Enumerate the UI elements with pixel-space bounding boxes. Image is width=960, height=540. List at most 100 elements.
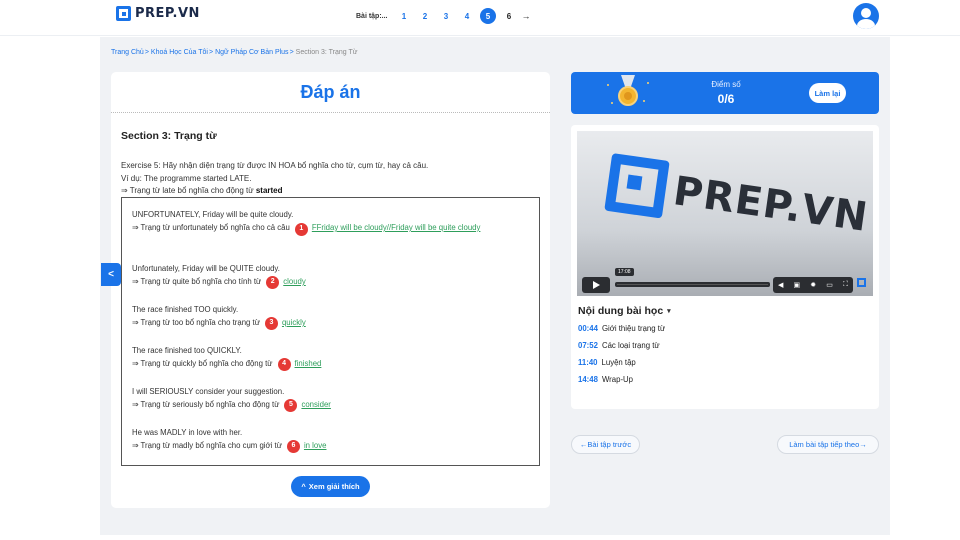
score-label: Điểm số <box>711 80 741 89</box>
toc-time: 07:52 <box>578 341 598 350</box>
toc-item[interactable]: 14:48 Wrap-Up <box>578 375 633 384</box>
previous-exercise-button[interactable]: ←Bài tập trước <box>571 435 640 454</box>
pager-next-arrow-icon[interactable]: → <box>522 11 531 21</box>
top-header: PREP.VN Bài tập:... 1 2 3 4 5 6 → <box>0 0 960 36</box>
number-badge: 1 <box>294 222 308 236</box>
show-explanation-button[interactable]: ^ Xem giải thích <box>291 476 370 497</box>
exercise-prompt: Exercise 5: Hãy nhận diện trạng từ được … <box>121 161 429 170</box>
breadcrumb-sep: > <box>289 49 294 56</box>
bottom-strip <box>0 535 960 540</box>
breadcrumb: Trang Chủ > Khoá Học Của Tôi > Ngữ Pháp Cơ… <box>111 49 357 56</box>
picture-in-picture-icon[interactable]: ▭ <box>826 281 833 289</box>
collapse-panel-button[interactable]: < <box>101 263 121 286</box>
breadcrumb-current: Section 3: Trạng Từ <box>295 49 358 56</box>
score-card: Điểm số 0/6 Làm lại <box>571 72 879 114</box>
number-badge: 2 <box>266 275 280 289</box>
item-explanation: ⇒ Trạng từ too bổ nghĩa cho trạng từ <box>132 318 260 327</box>
breadcrumb-home[interactable]: Trang Chủ <box>111 49 144 56</box>
play-icon[interactable] <box>582 277 610 293</box>
number-badge: 4 <box>277 357 291 371</box>
prep-logo-icon <box>604 153 670 219</box>
exercise-instructions: Exercise 5: Hãy nhận diện trạng từ được … <box>121 160 428 198</box>
score-value: 0/6 <box>717 92 735 106</box>
video-card: PREP.VN 17:08 ◀ ▣ ✹ ▭ ⛶ Nội dung bài học… <box>571 125 879 409</box>
item-explanation: ⇒ Trạng từ unfortunately bổ nghĩa cho cả… <box>132 223 290 232</box>
item-question: I will SERIOUSLY consider your suggestio… <box>132 387 285 396</box>
pager-page-5-active[interactable]: 5 <box>480 8 497 24</box>
toc-time: 14:48 <box>578 375 598 384</box>
pager-page-3[interactable]: 3 <box>438 8 454 24</box>
video-controls: 17:08 ◀ ▣ ✹ ▭ ⛶ <box>577 268 873 296</box>
toc-label: Giới thiệu trạng từ <box>601 324 666 333</box>
breadcrumb-sep: > <box>208 49 214 56</box>
item-explanation: ⇒ Trạng từ quickly bổ nghĩa cho động từ <box>132 359 273 368</box>
video-player[interactable]: PREP.VN 17:08 ◀ ▣ ✹ ▭ ⛶ <box>577 131 873 296</box>
breadcrumb-course[interactable]: Ngữ Pháp Cơ Bản Plus <box>215 49 288 56</box>
item-answer-line: ⇒ Trạng từ seriously bổ nghĩa cho động t… <box>132 398 331 412</box>
section-title: Section 3: Trạng từ <box>121 130 217 142</box>
answer-link[interactable]: cloudy <box>283 275 306 289</box>
pager-page-6[interactable]: 6 <box>501 8 517 24</box>
divider <box>111 112 550 113</box>
sparkle-icon <box>647 82 649 84</box>
item-question: He was MADLY in love with her. <box>132 428 243 437</box>
time-tooltip: 17:08 <box>615 268 634 276</box>
toc-title[interactable]: Nội dung bài học ▾ <box>578 305 671 317</box>
answer-item: I will SERIOUSLY consider your suggestio… <box>132 386 331 412</box>
toc-label: Luyện tập <box>601 358 636 367</box>
item-explanation: ⇒ Trạng từ seriously bổ nghĩa cho động t… <box>132 400 280 409</box>
item-question: The race finished too QUICKLY. <box>132 346 242 355</box>
toc-time: 11:40 <box>578 358 598 367</box>
captions-icon[interactable]: ▣ <box>794 281 801 289</box>
show-explanation-label: Xem giải thích <box>308 482 360 491</box>
video-brand-logo: PREP.VN <box>604 153 872 247</box>
toc-time: 00:44 <box>578 324 598 333</box>
answer-link[interactable]: finished <box>295 357 322 371</box>
prep-mini-logo-icon <box>857 278 866 287</box>
chevron-left-icon: < <box>108 269 114 280</box>
retry-button[interactable]: Làm lại <box>809 83 846 103</box>
volume-icon[interactable]: ◀ <box>778 281 783 289</box>
fullscreen-icon[interactable]: ⛶ <box>843 281 848 289</box>
video-brand-text: PREP.VN <box>670 168 871 242</box>
pager-page-1[interactable]: 1 <box>396 8 412 24</box>
answer-item: The race finished TOO quickly. ⇒ Trạng t… <box>132 304 306 330</box>
item-question: UNFORTUNATELY, Friday will be quite clou… <box>132 210 294 219</box>
toc-item[interactable]: 00:44 Giới thiệu trạng từ <box>578 324 665 333</box>
toc-label: Các loại trạng từ <box>601 341 660 350</box>
answer-link[interactable]: FFriday will be cloudy//Friday will be q… <box>312 223 481 232</box>
answer-card: Đáp án Section 3: Trạng từ Exercise 5: H… <box>111 72 550 508</box>
caret-down-icon: ▾ <box>667 308 671 315</box>
exercise-example-explanation: ⇒ Trạng từ late bổ nghĩa cho động từ sta… <box>121 185 428 198</box>
example-bold-word: started <box>255 186 283 195</box>
player-controls-tray: ◀ ▣ ✹ ▭ ⛶ <box>773 277 853 293</box>
next-exercise-button[interactable]: Làm bài tập tiếp theo→ <box>777 435 879 454</box>
item-answer-line: ⇒ Trạng từ unfortunately bổ nghĩa cho cả… <box>132 221 522 236</box>
item-answer-line: ⇒ Trạng từ too bổ nghĩa cho trạng từ 3 qui… <box>132 316 306 330</box>
item-answer-line: ⇒ Trạng từ quickly bổ nghĩa cho động từ 4… <box>132 357 321 371</box>
toc-item[interactable]: 11:40 Luyện tập <box>578 358 636 367</box>
item-answer-line: ⇒ Trạng từ madly bổ nghĩa cho cụm giới t… <box>132 439 326 453</box>
toc-item[interactable]: 07:52 Các loại trạng từ <box>578 341 660 350</box>
exercise-example: Ví dụ: The programme started LATE. <box>121 173 252 183</box>
settings-gear-icon[interactable]: ✹ <box>810 281 816 289</box>
item-explanation: ⇒ Trạng từ quite bổ nghĩa cho tính từ <box>132 277 262 286</box>
pager-page-2[interactable]: 2 <box>417 8 433 24</box>
item-question: The race finished TOO quickly. <box>132 305 239 314</box>
video-progress-bar[interactable] <box>615 282 770 287</box>
answer-link[interactable]: quickly <box>282 316 306 330</box>
answer-link[interactable]: consider <box>301 398 330 412</box>
number-badge: 6 <box>286 439 300 453</box>
medal-icon <box>618 75 638 111</box>
pager-page-4[interactable]: 4 <box>459 8 475 24</box>
number-badge: 3 <box>264 316 278 330</box>
breadcrumb-my-courses[interactable]: Khoá Học Của Tôi <box>151 49 208 56</box>
exercise-pager: Bài tập:... 1 2 3 4 5 6 → <box>356 8 531 24</box>
answer-link[interactable]: in love <box>304 439 327 453</box>
toc-label: Wrap-Up <box>601 375 634 384</box>
prep-logo[interactable]: PREP.VN <box>116 6 200 21</box>
answer-item: The race finished too QUICKLY. ⇒ Trạng t… <box>132 345 321 371</box>
chevron-up-icon: ^ <box>301 482 306 491</box>
user-avatar-icon[interactable] <box>853 3 879 29</box>
item-explanation: ⇒ Trạng từ madly bổ nghĩa cho cụm giới t… <box>132 441 282 450</box>
